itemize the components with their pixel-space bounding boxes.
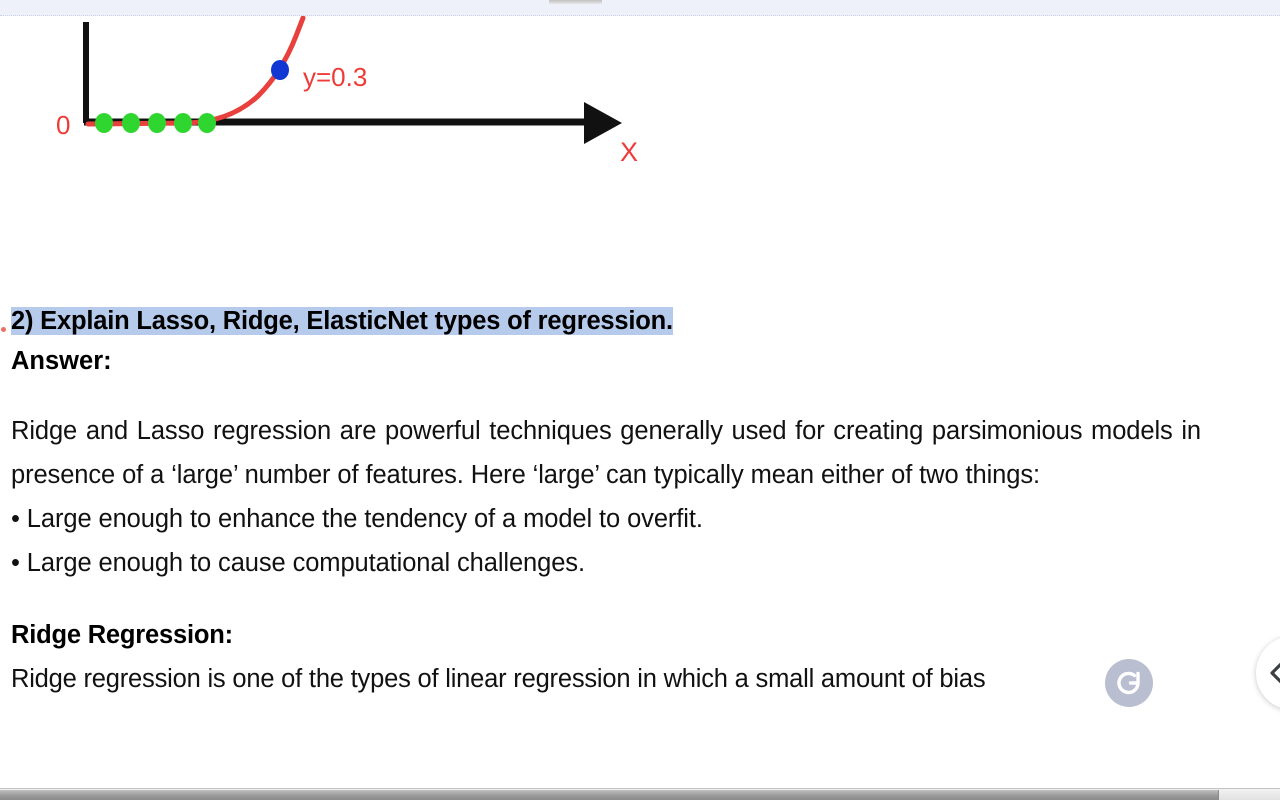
document-viewport[interactable]: 0 X y=0.3 2) Explain Lasso, Ridge, Elast… [0,16,1280,788]
top-toolbar-strip [0,0,1280,16]
horizontal-scrollbar-thumb[interactable] [0,790,1219,800]
answer-label: Answer: [11,347,112,376]
horizontal-scrollbar[interactable] [0,788,1280,800]
screenshot-root: 0 X y=0.3 2) Explain Lasso, Ridge, Elast… [0,0,1280,800]
question-heading: 2) Explain Lasso, Ridge, ElasticNet type… [11,307,673,335]
axis-origin-label: 0 [56,110,70,140]
rotate-left-icon [1117,671,1140,695]
toolbar-drag-handle[interactable] [549,0,602,4]
bullet-item: • Large enough to enhance the tendency o… [11,504,703,533]
document-text-block: 2) Explain Lasso, Ridge, ElasticNet type… [11,304,1201,701]
data-point-green [198,113,216,133]
regression-figure: 0 X y=0.3 [0,16,700,186]
ridge-regression-paragraph: Ridge regression is one of the types of … [11,664,986,693]
data-point-green [174,113,192,133]
chevron-left-icon [1270,662,1280,684]
left-margin-marker [1,327,6,332]
data-point-blue [271,60,289,80]
arrow-right-icon [584,102,622,144]
ridge-regression-subheading: Ridge Regression: [11,620,233,649]
bullet-item: • Large enough to cause computational ch… [11,548,585,577]
rotate-badge[interactable] [1105,659,1153,707]
data-point-green [95,113,113,133]
intro-paragraph: Ridge and Lasso regression are powerful … [11,416,1201,489]
x-axis-label: X [620,137,638,167]
curve-value-label: y=0.3 [303,62,367,92]
data-point-green [122,113,140,133]
question-heading-row: 2) Explain Lasso, Ridge, ElasticNet type… [11,304,1201,338]
exponential-curve [85,16,306,127]
data-point-green [148,113,166,133]
